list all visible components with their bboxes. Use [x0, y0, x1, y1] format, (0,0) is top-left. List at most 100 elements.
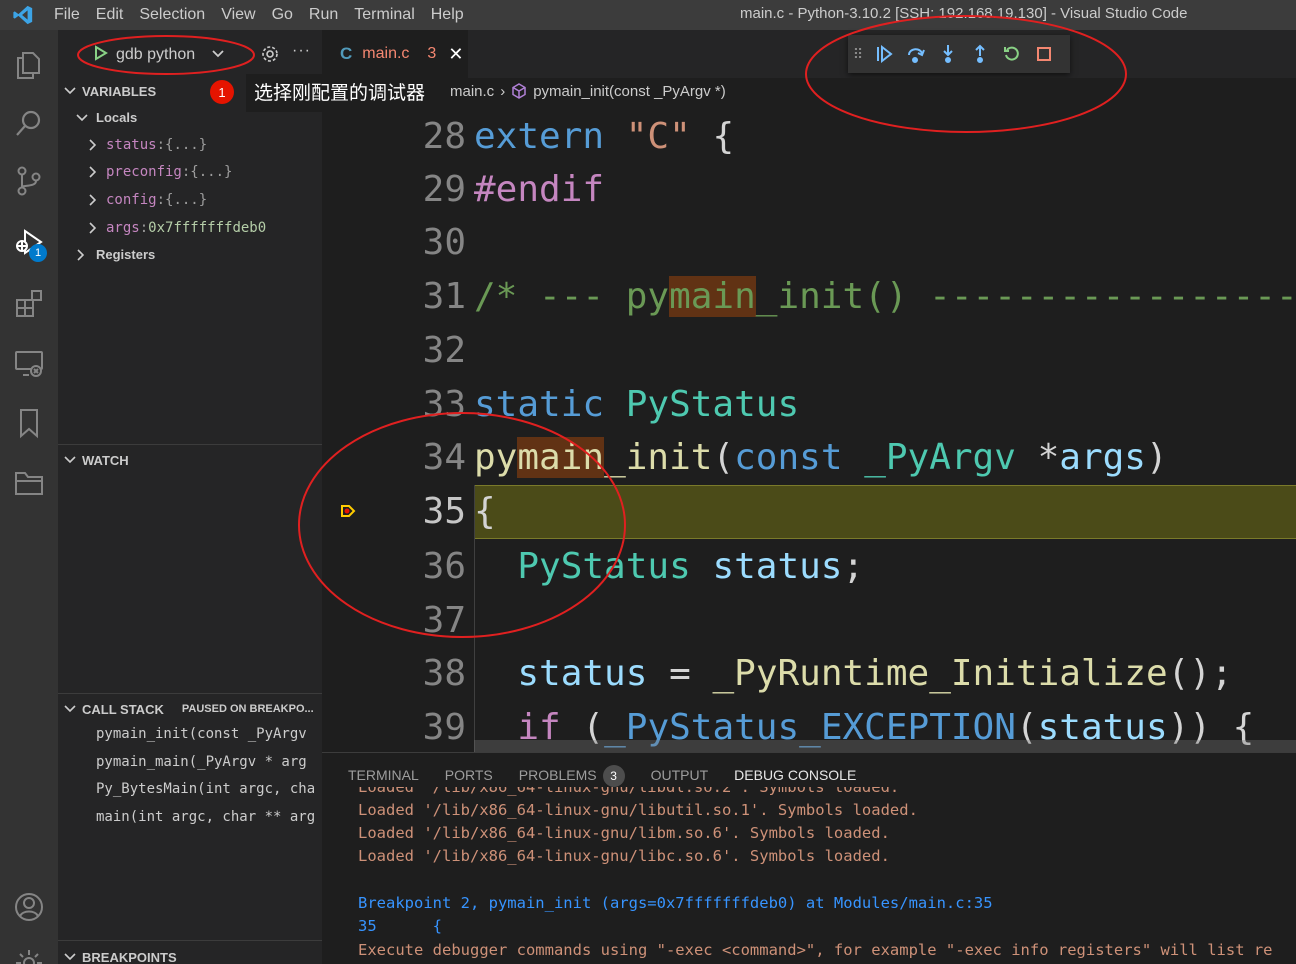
watch-header[interactable]: WATCH [58, 449, 322, 471]
hint-tooltip: 选择刚配置的调试器 [246, 74, 448, 112]
console-line: Loaded '/lib/x86_64-linux-gnu/libdl.so.2… [358, 787, 900, 796]
explorer-icon[interactable] [0, 36, 58, 94]
line-number: 37 [422, 600, 466, 641]
menu-file[interactable]: File [46, 0, 88, 30]
chevron-down-icon[interactable] [211, 46, 225, 64]
debug-badge: 1 [29, 244, 47, 262]
chevron-right-icon [88, 221, 106, 234]
menu-edit[interactable]: Edit [88, 0, 132, 30]
extensions-icon[interactable] [0, 274, 58, 332]
variable-row[interactable]: args: 0x7fffffffdeb0 [58, 214, 322, 241]
gear-icon[interactable] [260, 44, 280, 69]
window-title: main.c - Python-3.10.2 [SSH: 192.168.19.… [740, 5, 1188, 22]
code-line: 32 [322, 324, 1296, 378]
horizontal-scrollbar[interactable] [474, 740, 1296, 752]
menu-bar: File Edit Selection View Go Run Terminal… [46, 0, 472, 30]
variable-name: status [106, 136, 157, 153]
code-line: 37 [322, 594, 1296, 648]
settings-gear-icon[interactable] [0, 934, 58, 964]
code-line: 36 PyStatus status; [322, 540, 1296, 594]
locals-label: Locals [96, 110, 138, 125]
source-control-icon[interactable] [0, 152, 58, 210]
callstack-status: PAUSED ON BREAKPO... [181, 703, 314, 715]
breadcrumb-symbol[interactable]: pymain_init(const _PyArgv *) [533, 83, 726, 100]
c-file-icon: C [340, 44, 353, 63]
title-bar: File Edit Selection View Go Run Terminal… [0, 0, 1296, 30]
menu-view[interactable]: View [213, 0, 263, 30]
section-divider [58, 940, 322, 941]
chevron-down-icon [76, 113, 96, 123]
chevron-right-icon [88, 193, 106, 206]
breakpoints-header[interactable]: BREAKPOINTS [58, 946, 322, 964]
variable-name: config [106, 191, 157, 208]
tab-problem-count: 3 [427, 45, 437, 62]
drag-handle-icon[interactable]: ⠿ [848, 35, 868, 73]
bookmark-icon[interactable] [0, 394, 58, 452]
account-icon[interactable] [0, 878, 58, 936]
activity-bar: 1 [0, 30, 58, 964]
line-number: 28 [422, 116, 466, 157]
code-line: 38 status = _PyRuntime_Initialize(); [322, 647, 1296, 701]
registers-scope[interactable]: Registers [58, 241, 322, 268]
breakpoints-title: BREAKPOINTS [82, 949, 177, 964]
step-out-icon[interactable] [964, 35, 996, 73]
variable-row[interactable]: preconfig: {...} [58, 158, 322, 185]
stack-frame[interactable]: pymain_init(const _PyArgv [58, 721, 322, 748]
menu-go[interactable]: Go [264, 0, 301, 30]
variable-value: {...} [165, 191, 208, 208]
close-icon[interactable]: ✕ [448, 44, 463, 65]
stack-frame[interactable]: pymain_main(_PyArgv * arg [58, 749, 322, 776]
debug-launch-bar: gdb python ··· [58, 30, 322, 78]
line-number: 39 [422, 707, 466, 748]
watch-title: WATCH [82, 452, 129, 468]
debug-console-output[interactable]: Loaded '/lib/x86_64-linux-gnu/libdl.so.2… [358, 787, 1296, 964]
stack-frame[interactable]: main(int argc, char ** arg [58, 804, 322, 831]
start-debugging-icon[interactable] [94, 44, 108, 66]
hint-number-badge: 1 [210, 80, 234, 104]
bottom-panel: TERMINAL PORTS PROBLEMS 3 OUTPUT DEBUG CO… [322, 752, 1296, 964]
debug-sidebar: gdb python ··· VARIABLES Locals status: … [58, 30, 322, 964]
code-line: 30 [322, 216, 1296, 270]
stop-icon[interactable] [1028, 35, 1060, 73]
vscode-logo-icon [0, 0, 46, 30]
breadcrumb-file[interactable]: main.c [450, 83, 494, 100]
chevron-right-icon [88, 165, 106, 178]
variables-title: VARIABLES [82, 83, 157, 99]
variable-row[interactable]: config: {...} [58, 186, 322, 213]
code-editor[interactable]: 28 extern "C" { 29 #endif 30 31/* --- pyma… [322, 104, 1296, 752]
launch-config-select[interactable]: gdb python [86, 42, 246, 68]
method-icon [511, 83, 527, 99]
chevron-right-icon [76, 248, 96, 261]
tab-main-c[interactable]: C main.c 3 ✕ [322, 30, 468, 78]
line-number: 31 [422, 276, 466, 317]
folder-icon[interactable] [0, 454, 58, 512]
line-number: 36 [422, 546, 466, 587]
line-number: 32 [422, 330, 466, 371]
launch-config-label: gdb python [116, 46, 196, 63]
stack-frame[interactable]: Py_BytesMain(int argc, cha [58, 776, 322, 803]
continue-icon[interactable] [868, 35, 900, 73]
menu-help[interactable]: Help [423, 0, 472, 30]
menu-selection[interactable]: Selection [131, 0, 213, 30]
line-number: 29 [422, 169, 466, 210]
menu-run[interactable]: Run [301, 0, 346, 30]
more-actions-icon[interactable]: ··· [292, 42, 311, 60]
callstack-header[interactable]: CALL STACK PAUSED ON BREAKPO... [58, 698, 322, 720]
tab-problems-label: PROBLEMS [518, 767, 597, 783]
variable-row[interactable]: status: {...} [58, 131, 322, 158]
line-number: 33 [422, 384, 466, 425]
line-number: 34 [422, 437, 466, 478]
chevron-down-icon [58, 704, 82, 714]
remote-explorer-icon[interactable] [0, 334, 58, 392]
console-line: 35 { [358, 917, 442, 935]
code-line: 33 static PyStatus [322, 378, 1296, 432]
chevron-right-icon [88, 138, 106, 151]
step-into-icon[interactable] [932, 35, 964, 73]
search-icon[interactable] [0, 94, 58, 152]
run-debug-icon[interactable] [0, 212, 58, 270]
step-over-icon[interactable] [900, 35, 932, 73]
menu-terminal[interactable]: Terminal [346, 0, 422, 30]
registers-label: Registers [96, 247, 156, 262]
restart-icon[interactable] [996, 35, 1028, 73]
breadcrumb: main.c › pymain_init(const _PyArgv *) [322, 78, 1296, 104]
